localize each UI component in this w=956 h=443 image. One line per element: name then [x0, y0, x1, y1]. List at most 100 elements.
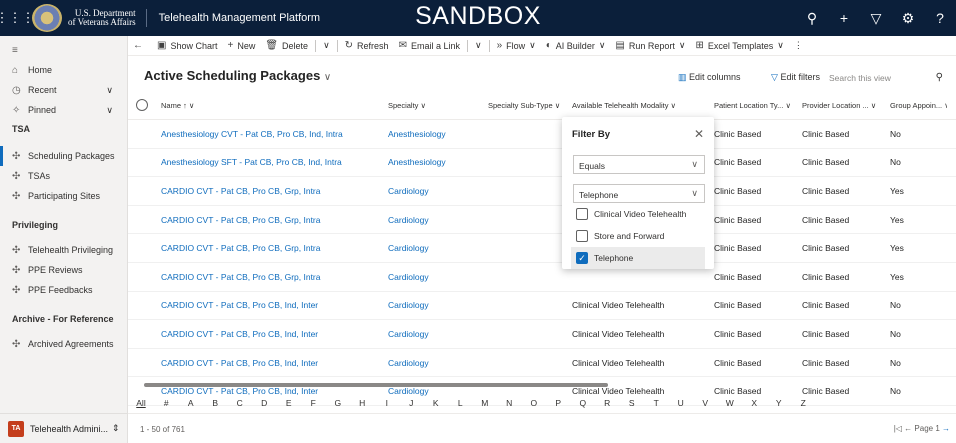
search-input[interactable]: Search this view ⚲: [822, 68, 950, 88]
show-chart-button[interactable]: ▣ Show Chart: [152, 40, 222, 51]
alphabet-letter[interactable]: W: [718, 398, 743, 408]
column-header-modality[interactable]: Available Telehealth Modality ∨: [569, 101, 709, 110]
help-icon[interactable]: ?: [924, 10, 956, 26]
alphabet-letter[interactable]: A: [179, 398, 204, 408]
flow-button[interactable]: » Flow ∨: [492, 40, 541, 51]
prev-page-icon[interactable]: ←: [904, 424, 912, 433]
refresh-button[interactable]: ↻ Refresh: [340, 40, 394, 51]
column-header-patient-location[interactable]: Patient Location Ty... ∨: [709, 101, 799, 110]
cell-name[interactable]: CARDIO CVT - Pat CB, Pro CB, Grp, Intra: [158, 186, 385, 196]
table-row[interactable]: CARDIO CVT - Pat CB, Pro CB, Grp, Intra …: [128, 263, 956, 292]
view-selector[interactable]: Active Scheduling Packages ∨: [144, 68, 331, 83]
delete-button[interactable]: 🗑︎ Delete: [260, 40, 313, 51]
sidebar-item-recent[interactable]: ◷ Recent ∨: [0, 80, 127, 100]
alphabet-letter[interactable]: U: [669, 398, 694, 408]
alphabet-letter[interactable]: I: [375, 398, 400, 408]
filter-option-telephone[interactable]: ✓ Telephone: [571, 247, 705, 269]
cell-name[interactable]: Anesthesiology SFT - Pat CB, Pro CB, Ind…: [158, 157, 385, 167]
area-switcher[interactable]: TA Telehealth Admini... ⇕: [0, 413, 128, 443]
new-button[interactable]: + New: [222, 40, 260, 51]
table-row[interactable]: CARDIO CVT - Pat CB, Pro CB, Ind, Inter …: [128, 349, 956, 378]
first-page-icon[interactable]: |◁: [894, 424, 902, 433]
cell-name[interactable]: CARDIO CVT - Pat CB, Pro CB, Grp, Intra: [158, 243, 385, 253]
cell-specialty[interactable]: Cardiology: [385, 243, 485, 253]
alphabet-letter[interactable]: R: [595, 398, 620, 408]
alphabet-letter[interactable]: C: [228, 398, 253, 408]
sidebar-item-pinned[interactable]: ✧ Pinned ∨: [0, 100, 127, 120]
alphabet-letter[interactable]: M: [473, 398, 498, 408]
email-link-button[interactable]: ✉ Email a Link: [394, 40, 465, 51]
cell-name[interactable]: CARDIO CVT - Pat CB, Pro CB, Grp, Intra: [158, 215, 385, 225]
search-icon[interactable]: ⚲: [796, 10, 828, 27]
filter-option-store-forward[interactable]: Store and Forward: [571, 225, 705, 247]
filter-icon[interactable]: ▽: [860, 10, 892, 27]
horizontal-scrollbar[interactable]: [144, 383, 608, 387]
select-all-radio[interactable]: [136, 98, 148, 111]
table-row[interactable]: CARDIO CVT - Pat CB, Pro CB, Ind, Inter …: [128, 292, 956, 321]
sidebar-item-ppe-reviews[interactable]: ✣ PPE Reviews: [0, 260, 127, 280]
alphabet-letter[interactable]: O: [522, 398, 547, 408]
cell-name[interactable]: CARDIO CVT - Pat CB, Pro CB, Ind, Inter: [158, 300, 385, 310]
search-icon[interactable]: ⚲: [936, 72, 943, 83]
cell-specialty[interactable]: Anesthesiology: [385, 129, 485, 139]
alphabet-letter[interactable]: S: [620, 398, 645, 408]
alphabet-letter[interactable]: Z: [791, 398, 816, 408]
table-row[interactable]: CARDIO CVT - Pat CB, Pro CB, Ind, Inter …: [128, 320, 956, 349]
alphabet-letter[interactable]: #: [154, 398, 179, 408]
alphabet-letter[interactable]: J: [399, 398, 424, 408]
next-page-icon[interactable]: →: [942, 424, 950, 433]
alphabet-letter[interactable]: Y: [767, 398, 792, 408]
delete-menu-chevron[interactable]: ∨: [318, 40, 335, 51]
filter-value-select[interactable]: Telephone ∨: [573, 184, 705, 203]
cell-specialty[interactable]: Cardiology: [385, 300, 485, 310]
filter-option-cvt[interactable]: Clinical Video Telehealth: [571, 203, 705, 225]
sidebar-item-participating-sites[interactable]: ✣ Participating Sites: [0, 186, 127, 206]
column-header-provider-location[interactable]: Provider Location ... ∨: [799, 101, 887, 110]
alphabet-letter[interactable]: G: [326, 398, 351, 408]
alphabet-letter[interactable]: N: [497, 398, 522, 408]
alphabet-letter[interactable]: All: [128, 398, 154, 408]
alphabet-letter[interactable]: L: [448, 398, 473, 408]
cell-specialty[interactable]: Anesthesiology: [385, 157, 485, 167]
alphabet-letter[interactable]: D: [252, 398, 277, 408]
column-header-subtype[interactable]: Specialty Sub-Type ∨: [485, 101, 569, 110]
alphabet-letter[interactable]: T: [644, 398, 669, 408]
back-button[interactable]: ←: [128, 40, 152, 51]
ai-builder-button[interactable]: ◐ AI Builder ∨: [541, 40, 611, 51]
column-header-name[interactable]: Name ↑ ∨: [158, 101, 385, 110]
table-row[interactable]: CARDIO CVT - Pat CB, Pro CB, Grp, Intra …: [128, 206, 956, 235]
checkbox[interactable]: [576, 208, 588, 220]
run-report-button[interactable]: ▤ Run Report ∨: [610, 40, 690, 51]
edit-filters-button[interactable]: ▽ Edit filters: [771, 72, 820, 83]
sidebar-collapse-icon[interactable]: ≡: [0, 40, 127, 60]
excel-templates-button[interactable]: ⊞ Excel Templates ∨: [691, 40, 789, 51]
sidebar-item-home[interactable]: ⌂ Home: [0, 60, 127, 80]
column-header-group[interactable]: Group Appoin... ∨: [887, 101, 947, 110]
more-commands-icon[interactable]: ⋮: [789, 40, 808, 51]
sidebar-item-tsas[interactable]: ✣ TSAs: [0, 166, 127, 186]
plus-icon[interactable]: +: [828, 10, 860, 26]
alphabet-letter[interactable]: B: [203, 398, 228, 408]
table-row[interactable]: Anesthesiology SFT - Pat CB, Pro CB, Ind…: [128, 149, 956, 178]
alphabet-letter[interactable]: K: [424, 398, 449, 408]
alphabet-letter[interactable]: X: [742, 398, 767, 408]
cell-name[interactable]: CARDIO CVT - Pat CB, Pro CB, Ind, Inter: [158, 329, 385, 339]
table-row[interactable]: CARDIO CVT - Pat CB, Pro CB, Grp, Intra …: [128, 177, 956, 206]
alphabet-letter[interactable]: F: [301, 398, 326, 408]
filter-operator-select[interactable]: Equals ∨: [573, 155, 705, 174]
alphabet-letter[interactable]: P: [546, 398, 571, 408]
sidebar-item-scheduling-packages[interactable]: ✣ Scheduling Packages: [0, 146, 127, 166]
app-launcher-icon[interactable]: ⋮⋮⋮: [0, 0, 35, 36]
sidebar-item-archived-agreements[interactable]: ✣ Archived Agreements: [0, 334, 127, 354]
alphabet-letter[interactable]: V: [693, 398, 718, 408]
cell-name[interactable]: Anesthesiology CVT - Pat CB, Pro CB, Ind…: [158, 129, 385, 139]
app-title[interactable]: Telehealth Management Platform: [159, 12, 320, 24]
alphabet-letter[interactable]: Q: [571, 398, 596, 408]
email-menu-chevron[interactable]: ∨: [470, 40, 487, 51]
checkbox[interactable]: ✓: [576, 252, 588, 264]
cell-name[interactable]: CARDIO CVT - Pat CB, Pro CB, Grp, Intra: [158, 272, 385, 282]
checkbox[interactable]: [576, 230, 588, 242]
edit-columns-button[interactable]: ▥ Edit columns: [678, 72, 741, 83]
alphabet-letter[interactable]: E: [277, 398, 302, 408]
table-row[interactable]: Anesthesiology CVT - Pat CB, Pro CB, Ind…: [128, 120, 956, 149]
